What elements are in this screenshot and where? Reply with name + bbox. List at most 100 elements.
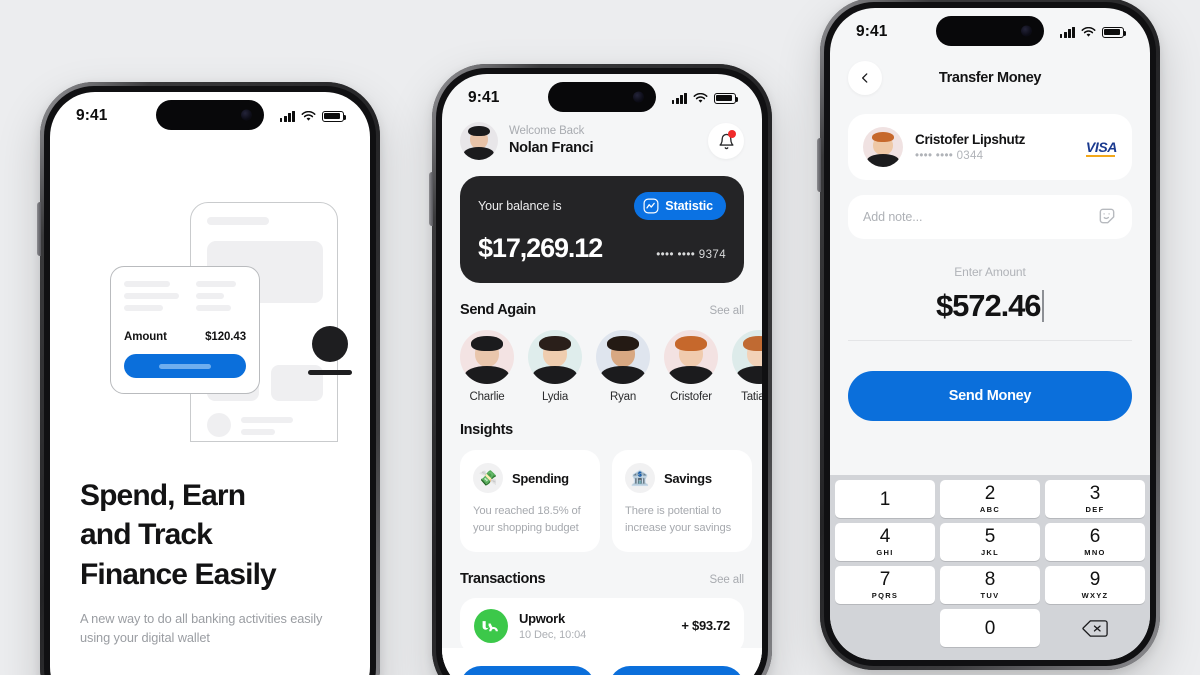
statistic-label: Statistic xyxy=(665,199,713,213)
contact-name: Ryan xyxy=(609,391,637,403)
key-number: 3 xyxy=(1089,483,1101,504)
amount-value: $572.46 xyxy=(936,288,1044,324)
wifi-icon xyxy=(301,110,316,121)
signal-bars-icon xyxy=(279,110,295,122)
balance-amount: $17,269.12 xyxy=(478,233,603,263)
avatar[interactable] xyxy=(664,330,718,384)
transaction-date: 10 Dec, 10:04 xyxy=(519,628,587,641)
send-money-label: Send Money xyxy=(948,388,1032,404)
phone-mockup-transfer: 9:41 Transfer Money Cristofer Lipshutz •… xyxy=(817,0,1160,670)
avatar[interactable] xyxy=(732,330,762,384)
transfer-header: Transfer Money xyxy=(848,56,1132,100)
backspace-icon[interactable] xyxy=(1045,609,1145,647)
key-number: 4 xyxy=(879,526,891,547)
bottom-action-left[interactable] xyxy=(460,666,595,675)
key-6[interactable]: 6 MNO xyxy=(1045,523,1145,561)
dynamic-island xyxy=(936,16,1044,46)
phone1-screen: 9:41 Amount $120.43 Spend, Earn and Trac… xyxy=(50,92,370,675)
list-item[interactable]: Ryan xyxy=(596,330,650,403)
transaction-info: Upwork 10 Dec, 10:04 xyxy=(519,611,586,641)
insights-header: Insights xyxy=(460,422,744,438)
avatar xyxy=(863,127,903,167)
amount-entry[interactable]: Enter Amount $572.46 xyxy=(848,265,1132,341)
key-9[interactable]: 9 WXYZ xyxy=(1045,566,1145,604)
keypad-row: 0 xyxy=(835,609,1145,647)
text-caret xyxy=(1042,290,1044,322)
status-bar: 9:41 xyxy=(830,8,1150,56)
avatar[interactable] xyxy=(460,330,514,384)
insight-card[interactable]: 💸 Spending You reached 18.5% of your shopp… xyxy=(460,450,600,552)
recipient-info: Cristofer Lipshutz •••• •••• 0344 xyxy=(915,132,1025,162)
phone-mockup-dashboard: 9:41 Welcome Back Nolan Franci Your bala… xyxy=(429,64,772,675)
upwork-icon xyxy=(474,608,508,643)
list-item[interactable]: Lydia xyxy=(528,330,582,403)
send-again-see-all[interactable]: See all xyxy=(710,305,745,317)
key-8[interactable]: 8 TUV xyxy=(940,566,1040,604)
status-icons xyxy=(1059,26,1127,38)
balance-card-bottom: $17,269.12 •••• •••• 9374 xyxy=(478,233,726,264)
key-3[interactable]: 3 DEF xyxy=(1045,480,1145,518)
key-7[interactable]: 7 PQRS xyxy=(835,566,935,604)
phone-side-button xyxy=(37,202,41,256)
status-icons xyxy=(671,92,739,104)
list-item[interactable]: Cristofer xyxy=(664,330,718,403)
avatar[interactable] xyxy=(528,330,582,384)
contact-name: Tatiana xyxy=(741,391,762,403)
welcome-header: Welcome Back Nolan Franci xyxy=(460,122,744,160)
welcome-text: Welcome Back Nolan Franci xyxy=(509,125,594,158)
key-letters: GHI xyxy=(876,548,894,557)
table-row[interactable]: Upwork 10 Dec, 10:04 + $93.72 xyxy=(460,597,744,654)
key-2[interactable]: 2 ABC xyxy=(940,480,1040,518)
recipient-card-number: •••• •••• 0344 xyxy=(915,150,984,162)
transactions-see-all[interactable]: See all xyxy=(710,574,745,586)
wifi-icon xyxy=(1081,26,1096,37)
dynamic-island xyxy=(156,100,264,130)
avatar[interactable] xyxy=(596,330,650,384)
illustration-amount-row: Amount $120.43 xyxy=(124,331,246,343)
illustration-amount-label: Amount xyxy=(124,331,167,343)
key-letters: MNO xyxy=(1084,548,1106,557)
note-input[interactable]: Add note... xyxy=(848,195,1132,239)
key-number: 8 xyxy=(984,569,996,590)
keypad-row: 7 PQRS 8 TUV 9 WXYZ xyxy=(835,566,1145,604)
status-time: 9:41 xyxy=(76,107,108,124)
insights-list: 💸 Spending You reached 18.5% of your shopp… xyxy=(460,450,752,552)
user-name: Nolan Franci xyxy=(509,140,594,157)
send-again-header: Send Again See all xyxy=(460,302,744,318)
key-4[interactable]: 4 GHI xyxy=(835,523,935,561)
headline-line-3: Finance Easily xyxy=(80,557,277,591)
bottom-action-right[interactable] xyxy=(609,666,744,675)
sticker-smile-icon[interactable] xyxy=(1097,206,1117,229)
statistic-button[interactable]: Statistic xyxy=(634,192,726,220)
keypad-row: 4 GHI 5 JKL 6 MNO xyxy=(835,523,1145,561)
key-1[interactable]: 1 xyxy=(835,480,935,518)
insight-name: Spending xyxy=(512,470,569,486)
insight-card-header: 🏦 Savings xyxy=(625,463,739,493)
contact-name: Cristofer xyxy=(670,391,712,403)
illustration-dark-bar xyxy=(308,370,352,375)
send-money-button[interactable]: Send Money xyxy=(848,371,1132,421)
key-0[interactable]: 0 xyxy=(940,609,1040,647)
list-item[interactable]: Tatiana xyxy=(732,330,762,403)
wifi-icon xyxy=(693,92,708,103)
balance-card-top: Your balance is Statistic xyxy=(478,192,726,220)
insight-card[interactable]: 🏦 Savings There is potential to increase y… xyxy=(612,450,752,552)
insight-card-header: 💸 Spending xyxy=(473,463,587,493)
balance-card: Your balance is Statistic $17,269.12 •••… xyxy=(460,176,744,283)
key-letters: DEF xyxy=(1085,505,1105,514)
key-5[interactable]: 5 JKL xyxy=(940,523,1040,561)
transfer-body: Transfer Money Cristofer Lipshutz •••• •… xyxy=(830,56,1150,421)
key-letters: PQRS xyxy=(871,591,899,600)
bell-icon[interactable] xyxy=(708,123,744,159)
signal-bars-icon xyxy=(1059,26,1075,38)
recipient-card[interactable]: Cristofer Lipshutz •••• •••• 0344 VISA xyxy=(848,114,1132,180)
dashboard-body: Welcome Back Nolan Franci Your balance i… xyxy=(442,122,762,654)
page-title: Spend, Earn and Track Finance Easily xyxy=(80,476,340,594)
headline-line-2: and Track xyxy=(80,518,213,552)
onboarding-illustration: Amount $120.43 xyxy=(50,144,370,444)
onboarding-copy: Spend, Earn and Track Finance Easily A n… xyxy=(50,444,370,648)
list-item[interactable]: Charlie xyxy=(460,330,514,403)
insights-title: Insights xyxy=(460,422,513,438)
avatar[interactable] xyxy=(460,122,498,160)
status-bar: 9:41 xyxy=(50,92,370,140)
